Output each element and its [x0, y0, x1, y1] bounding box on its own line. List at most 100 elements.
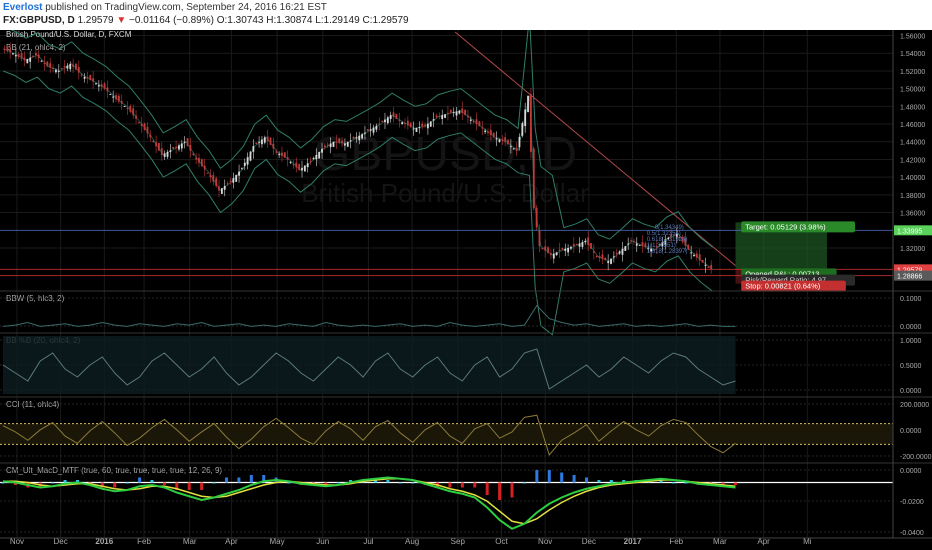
candle-body [95, 83, 97, 85]
macd-histogram-bar [398, 482, 402, 484]
candle-body [344, 143, 346, 146]
candle-body [223, 185, 226, 190]
macd-histogram-bar [733, 482, 737, 485]
macd-histogram-bar [212, 482, 216, 484]
pane-tick-label: 200.0000 [900, 402, 929, 409]
candle-body [298, 164, 301, 171]
candle-body [472, 121, 475, 123]
price-tag: 1.28866 [897, 274, 922, 281]
candle-body [138, 122, 140, 124]
candle-body [323, 145, 326, 148]
candle-body [315, 155, 318, 160]
price-axis[interactable]: 1.56000 1.54000 1.52000 1.50000 1.48000 1.460… [892, 30, 932, 538]
candle-body [346, 141, 349, 147]
pane-tick-label: 0.0000 [900, 324, 922, 331]
candle-body [283, 152, 286, 158]
candle-body [132, 108, 135, 116]
candle-body [458, 110, 461, 114]
candle-body [578, 243, 581, 247]
macd-histogram-bar [224, 477, 228, 483]
author-link[interactable]: Everlost [3, 2, 42, 13]
candle-body [12, 53, 14, 55]
candle-body [378, 123, 381, 125]
candle-body [275, 151, 278, 153]
candle-body [641, 242, 644, 247]
candle-body [375, 125, 378, 130]
candle-body [246, 157, 249, 165]
candle-body [535, 207, 538, 228]
macd-histogram-bar [547, 470, 551, 483]
candle-body [266, 136, 269, 142]
candle-body [633, 241, 635, 243]
candle-body [369, 129, 372, 131]
candle-body [129, 105, 132, 112]
candle-body [117, 95, 120, 102]
candle-body [361, 134, 363, 139]
candle-body [547, 247, 549, 253]
candle-body [158, 143, 160, 151]
candle-body [349, 140, 352, 142]
candle-body [335, 141, 338, 143]
candle-body [570, 247, 572, 249]
candle-body [532, 148, 535, 209]
candle-body [72, 64, 75, 67]
macd-histogram-bar [535, 470, 539, 483]
candle-body [89, 75, 92, 81]
candle-body [452, 112, 455, 114]
candle-body [492, 132, 495, 138]
candle-body [286, 157, 289, 160]
macd-histogram-bar [386, 480, 390, 483]
candle-body [32, 56, 34, 58]
publish-line: Everlost published on TradingView.com, S… [3, 2, 327, 13]
candle-body [235, 174, 238, 182]
macd-histogram-bar [498, 482, 502, 500]
down-arrow-icon: ▼ [116, 15, 127, 26]
candle-body [598, 256, 601, 258]
candle-body [9, 49, 12, 53]
candle-body [69, 63, 72, 70]
candle-body [484, 130, 487, 133]
candle-body [604, 257, 607, 261]
low-value: L:1.29149 [315, 15, 360, 26]
candle-body [509, 146, 512, 148]
candle-body [37, 54, 40, 58]
candle-body [14, 55, 17, 57]
candle-body [610, 258, 612, 264]
candle-body [206, 172, 209, 174]
macd-histogram-bar [249, 475, 253, 483]
symbol-name[interactable]: FX:GBPUSD, D [3, 15, 75, 26]
candle-body [255, 142, 258, 144]
candle-body [195, 157, 198, 160]
candle-body [243, 162, 246, 166]
candle-body [3, 48, 6, 50]
candle-body [20, 53, 23, 59]
candle-body [564, 248, 567, 251]
candle-body [172, 146, 175, 149]
candle-body [447, 112, 449, 114]
candle-body [590, 243, 592, 249]
candle-body [595, 255, 598, 257]
chart-area[interactable]: GBPUSD, DBritish Pound/U.S. DollarBritis… [0, 30, 932, 550]
price-tag: 1.33995 [897, 228, 922, 235]
macd-histogram-bar [597, 480, 601, 483]
candle-body [198, 157, 200, 163]
candle-body [103, 83, 106, 89]
candle-body [97, 85, 100, 87]
candle-body [272, 143, 275, 149]
candle-body [140, 123, 143, 127]
candle-body [341, 140, 343, 144]
y-tick-label: 1.48000 [900, 104, 925, 111]
candle-body [278, 154, 281, 156]
candle-body [386, 117, 389, 124]
candle-body [507, 139, 509, 144]
candle-body [438, 115, 441, 117]
candle-body [232, 178, 235, 183]
candle-body [258, 141, 260, 143]
candle-body [501, 139, 504, 141]
candle-body [318, 151, 321, 159]
candle-body [180, 143, 183, 149]
candle-body [152, 140, 155, 142]
candle-body [366, 129, 369, 132]
candle-body [229, 180, 232, 182]
macd-histogram-bar [237, 477, 241, 483]
